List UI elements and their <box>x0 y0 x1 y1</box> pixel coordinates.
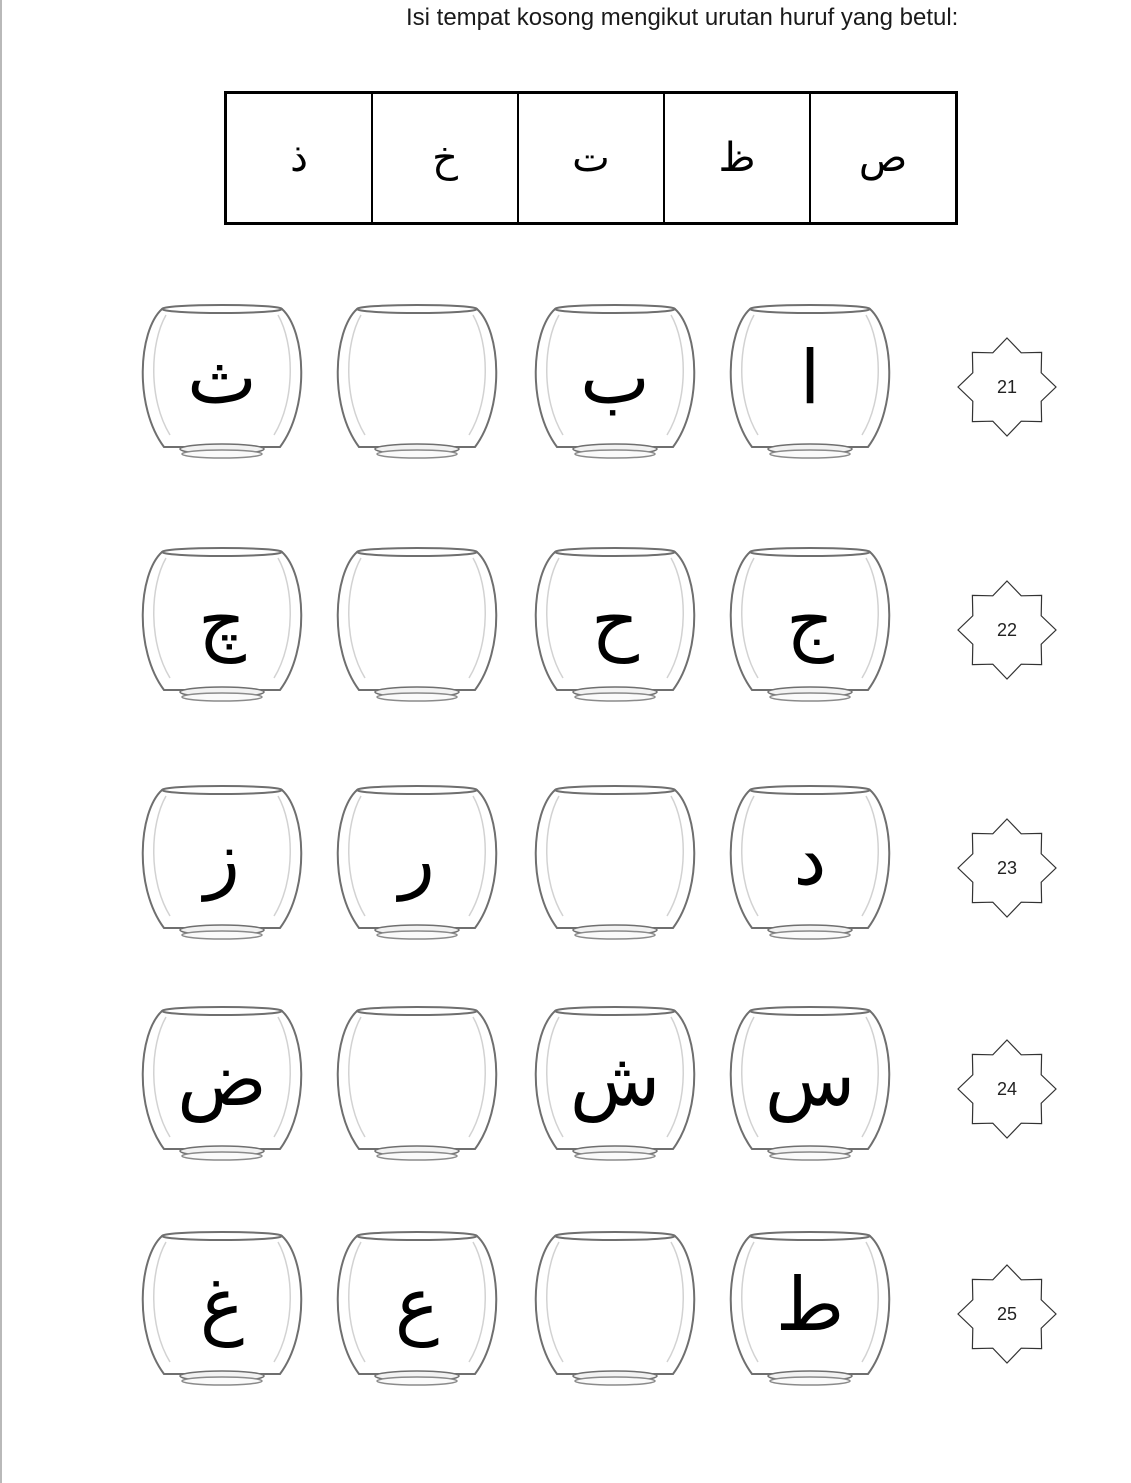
answer-slot[interactable] <box>361 343 473 423</box>
question-number-badge: 24 <box>955 1037 1059 1141</box>
fishbowl: د <box>724 784 896 944</box>
bowl-letter: ب <box>580 335 650 421</box>
fishbowl-empty[interactable] <box>331 546 503 706</box>
letter-bank: ذ خ ت ظ ص <box>224 91 958 225</box>
fishbowl: چ <box>136 546 308 706</box>
letter-bank-cell[interactable]: ظ <box>665 94 811 222</box>
bowl-letter: چ <box>198 578 246 664</box>
exercise-row: ض ش س 24 <box>0 1005 1131 1175</box>
fishbowl: ر <box>331 784 503 944</box>
fishbowl-empty[interactable] <box>529 784 701 944</box>
instruction-text: Isi tempat kosong mengikut urutan huruf … <box>406 4 959 31</box>
fishbowl: ض <box>136 1005 308 1165</box>
fishbowl-empty[interactable] <box>529 1230 701 1390</box>
fishbowl-empty[interactable] <box>331 303 503 463</box>
question-number: 23 <box>996 857 1018 878</box>
fishbowl: ط <box>724 1230 896 1390</box>
bowl-letter: ا <box>799 335 821 421</box>
answer-slot[interactable] <box>361 586 473 666</box>
bowl-letter: ر <box>399 816 435 902</box>
question-number: 24 <box>996 1078 1018 1099</box>
question-number-badge: 25 <box>955 1262 1059 1366</box>
fishbowl: ز <box>136 784 308 944</box>
letter-bank-cell[interactable]: ذ <box>227 94 373 222</box>
answer-slot[interactable] <box>559 824 671 904</box>
fishbowl: ج <box>724 546 896 706</box>
fishbowl: س <box>724 1005 896 1165</box>
question-number-badge: 22 <box>955 578 1059 682</box>
answer-slot[interactable] <box>361 1045 473 1125</box>
letter-bank-cell[interactable]: ت <box>519 94 665 222</box>
bowl-letter: ح <box>591 578 639 664</box>
question-number: 25 <box>996 1303 1018 1324</box>
fishbowl: ش <box>529 1005 701 1165</box>
answer-slot[interactable] <box>559 1270 671 1350</box>
bowl-letter: غ <box>199 1262 245 1348</box>
question-number: 21 <box>996 376 1018 397</box>
fishbowl: ث <box>136 303 308 463</box>
bowl-letter: ج <box>786 578 834 664</box>
bowl-letter: س <box>764 1037 856 1123</box>
bowl-letter: ع <box>394 1262 440 1348</box>
question-number: 22 <box>996 619 1018 640</box>
question-number-badge: 23 <box>955 816 1059 920</box>
bowl-letter: ض <box>177 1037 267 1123</box>
exercise-row: ز ر د 23 <box>0 784 1131 954</box>
bowl-letter: د <box>793 816 827 902</box>
bowl-letter: ط <box>775 1262 845 1348</box>
bowl-letter: ز <box>204 816 240 902</box>
exercise-row: غ ع ط 25 <box>0 1230 1131 1400</box>
question-number-badge: 21 <box>955 335 1059 439</box>
fishbowl-empty[interactable] <box>331 1005 503 1165</box>
fishbowl: ح <box>529 546 701 706</box>
fishbowl: ا <box>724 303 896 463</box>
bowl-letter: ث <box>187 335 257 421</box>
exercise-row: ث ب ا 21 <box>0 303 1131 473</box>
letter-bank-cell[interactable]: ص <box>811 94 955 222</box>
fishbowl: غ <box>136 1230 308 1390</box>
bowl-letter: ش <box>569 1037 661 1123</box>
exercise-row: چ ح ج 22 <box>0 546 1131 716</box>
fishbowl: ع <box>331 1230 503 1390</box>
fishbowl: ب <box>529 303 701 463</box>
letter-bank-cell[interactable]: خ <box>373 94 519 222</box>
